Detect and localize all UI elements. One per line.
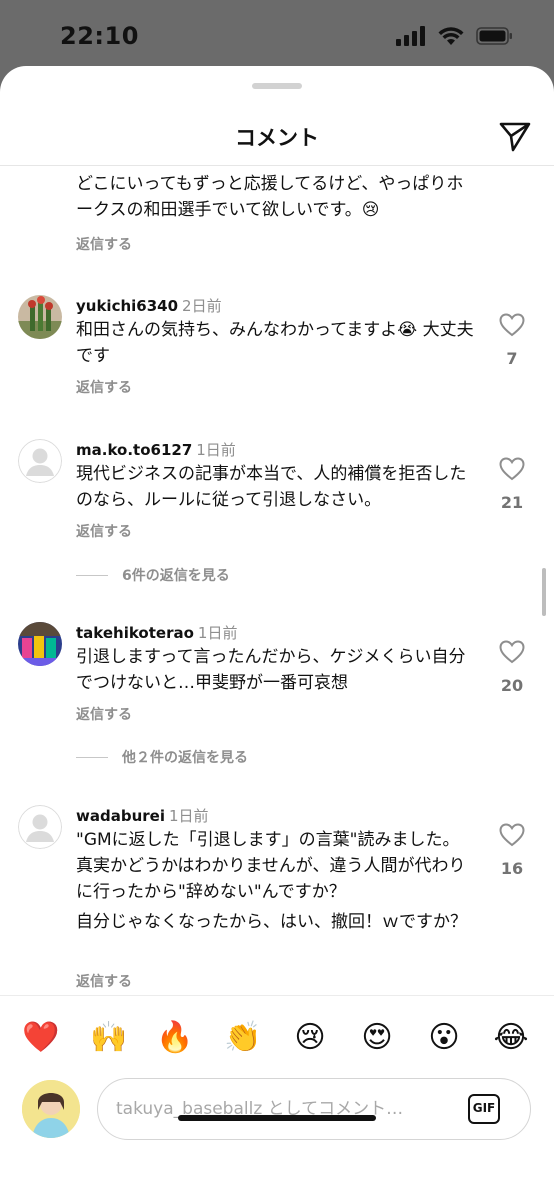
- divider: [76, 574, 108, 576]
- gif-button[interactable]: GIF: [468, 1094, 500, 1124]
- comment-username[interactable]: yukichi6340: [76, 297, 178, 315]
- comment-timestamp: 1日前: [196, 441, 236, 459]
- reaction-surprised-button[interactable]: 😮: [424, 1018, 464, 1058]
- comment-header: ma.ko.to6127 1日前: [76, 439, 236, 460]
- status-time: 22:10: [60, 22, 139, 50]
- reply-button[interactable]: 返信する: [76, 971, 132, 991]
- comment-username[interactable]: takehikoterao: [76, 624, 194, 642]
- reaction-fire-button[interactable]: 🔥: [155, 1018, 195, 1058]
- like-control: 16: [498, 823, 526, 878]
- sheet-header: コメント: [0, 102, 554, 166]
- comment-header: takehikoterao 1日前: [76, 622, 237, 643]
- heart-icon[interactable]: [499, 313, 525, 337]
- status-icons: [396, 26, 514, 46]
- comment-timestamp: 1日前: [197, 624, 238, 642]
- comment-input-wrapper: GIF: [97, 1078, 531, 1140]
- like-count: 16: [500, 859, 524, 878]
- scroll-indicator[interactable]: [542, 568, 546, 616]
- reply-button[interactable]: 返信する: [76, 704, 132, 724]
- comment-input[interactable]: [116, 1079, 456, 1139]
- reply-button[interactable]: 返信する: [76, 234, 132, 254]
- comment-text: どこにいってもずっと応援してるけど、やっぱりホークスの和田選手でいて欲しいです。…: [76, 174, 464, 220]
- reaction-laugh-button[interactable]: 😂: [491, 1018, 531, 1058]
- like-count: 7: [506, 349, 518, 368]
- reaction-bar: ❤️ 🙌 🔥 👏 😢 😍 😮 😂: [0, 1010, 554, 1066]
- wifi-icon: [438, 27, 464, 45]
- compose-row: GIF: [0, 1076, 554, 1142]
- home-indicator[interactable]: [178, 1115, 376, 1121]
- comment-header: wadaburei 1日前: [76, 805, 209, 826]
- reaction-sad-button[interactable]: 😢: [290, 1018, 330, 1058]
- divider: [76, 756, 108, 758]
- comment-list[interactable]: どこにいってもずっと応援してるけど、やっぱりホークスの和田選手でいて欲しいです。…: [0, 167, 554, 995]
- reaction-raised-hands-button[interactable]: 🙌: [89, 1018, 129, 1058]
- reaction-clap-button[interactable]: 👏: [223, 1018, 263, 1058]
- comment-text: "GMに返した「引退します」の言葉"読みました。真実かどうかはわかりませんが、違…: [76, 830, 467, 932]
- like-count: 21: [500, 493, 524, 512]
- heart-icon[interactable]: [499, 640, 525, 664]
- compose-area: ❤️ 🙌 🔥 👏 😢 😍 😮 😂 GIF: [0, 995, 554, 1200]
- comment-header: yukichi6340 2日前: [76, 295, 222, 316]
- battery-icon: [476, 27, 512, 45]
- cellular-signal-icon: [396, 26, 425, 46]
- sheet-title: コメント: [235, 126, 319, 150]
- avatar[interactable]: [18, 295, 62, 339]
- avatar[interactable]: [18, 622, 62, 666]
- comment-username[interactable]: ma.ko.to6127: [76, 441, 192, 459]
- reaction-heart-button[interactable]: ❤️: [21, 1018, 61, 1058]
- comment-timestamp: 2日前: [182, 297, 222, 315]
- comment-text: 和田さんの気持ち、みんなわかってますよ😭 大丈夫です: [76, 320, 474, 366]
- comment-text: 現代ビジネスの記事が本当で、人的補償を拒否したのなら、ルールに従って引退しなさい…: [76, 464, 467, 510]
- like-control: 7: [498, 313, 526, 368]
- avatar[interactable]: [18, 439, 62, 483]
- heart-icon[interactable]: [499, 457, 525, 481]
- sheet-grabber[interactable]: [252, 83, 302, 89]
- my-avatar: [22, 1080, 80, 1138]
- status-bar: 22:10: [0, 0, 554, 70]
- comment-timestamp: 1日前: [168, 807, 209, 825]
- comments-sheet: コメント どこにいってもずっと応援してるけど、やっぱりホークスの和田選手でいて欲…: [0, 66, 554, 1200]
- avatar[interactable]: [18, 805, 62, 849]
- like-count: 20: [500, 676, 524, 695]
- like-control: 21: [498, 457, 526, 512]
- view-replies-button[interactable]: 他２件の返信を見る: [76, 747, 248, 767]
- like-control: 20: [498, 640, 526, 695]
- reply-button[interactable]: 返信する: [76, 377, 132, 397]
- comment-username[interactable]: wadaburei: [76, 807, 165, 825]
- view-replies-button[interactable]: 6件の返信を見る: [76, 565, 230, 585]
- send-icon[interactable]: [498, 119, 532, 153]
- reaction-heart-eyes-button[interactable]: 😍: [357, 1018, 397, 1058]
- comment-text: 引退しますって言ったんだから、ケジメくらい自分でつけないと…甲斐野が一番可哀想: [76, 647, 466, 693]
- reply-button[interactable]: 返信する: [76, 521, 132, 541]
- heart-icon[interactable]: [499, 823, 525, 847]
